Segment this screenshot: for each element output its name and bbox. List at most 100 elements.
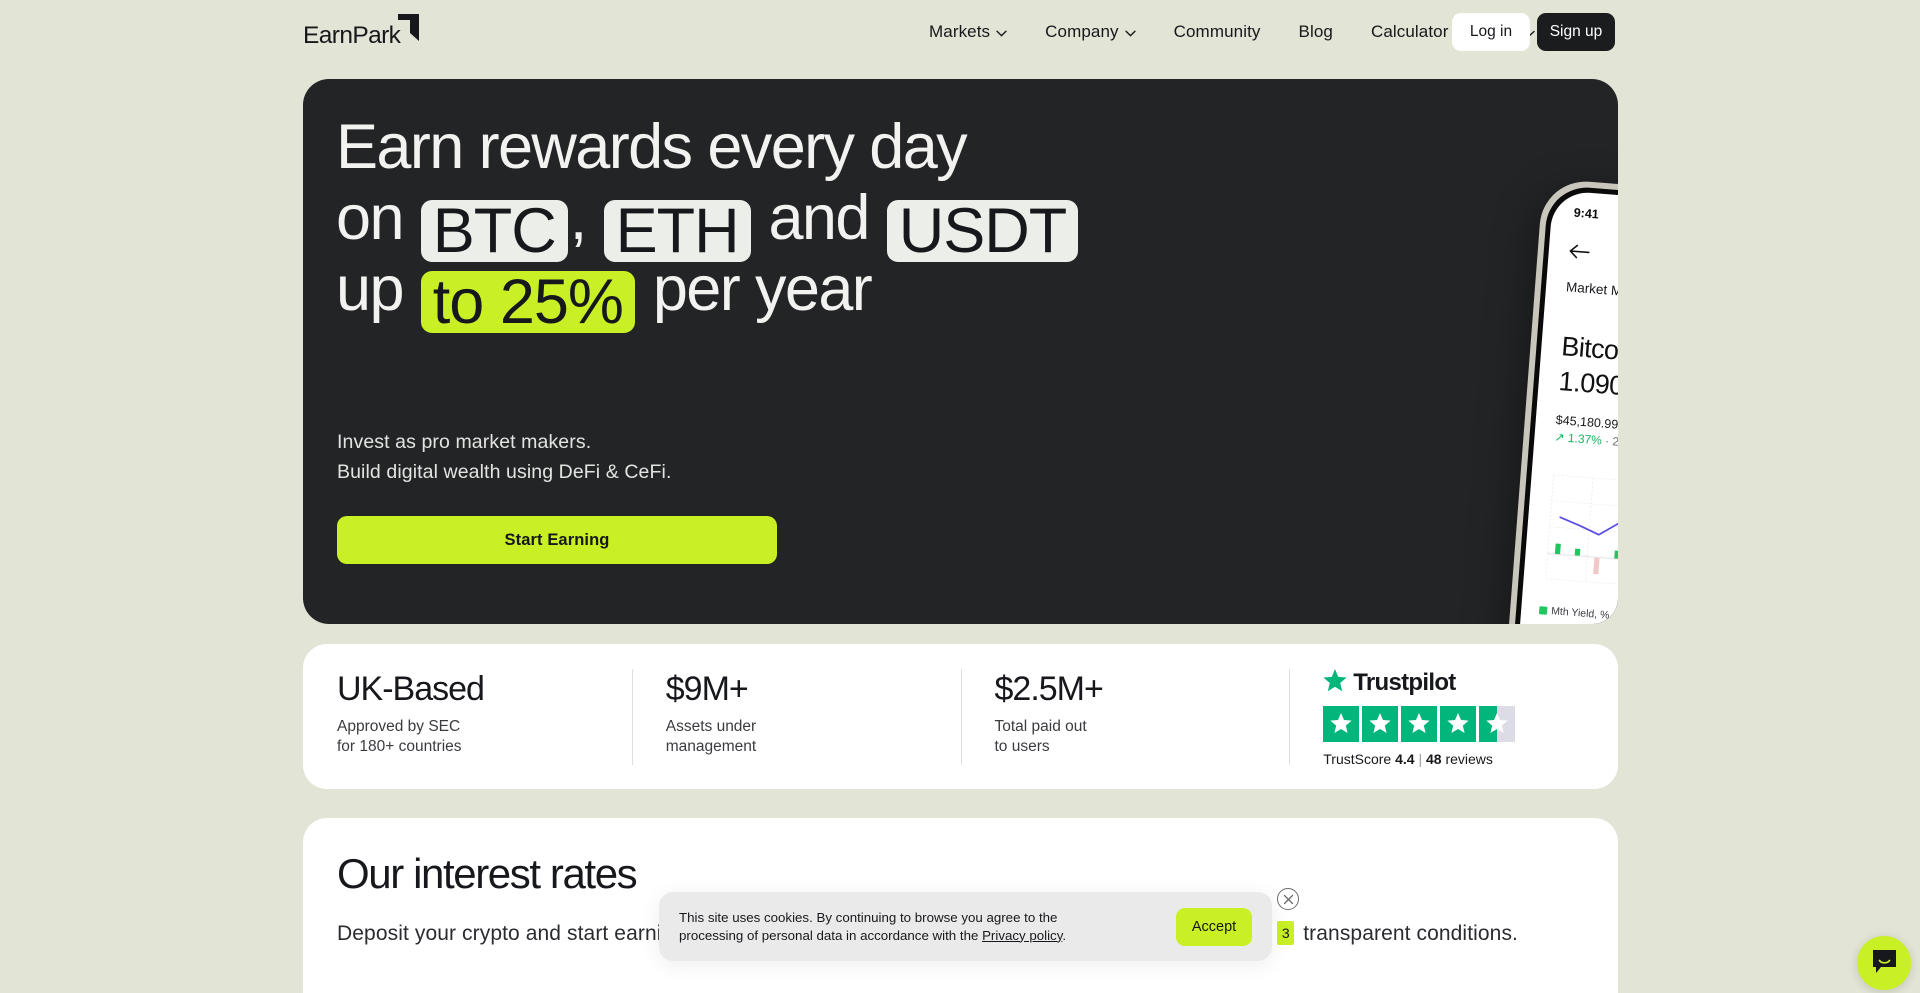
nav-item-calculator[interactable]: Calculator	[1352, 22, 1468, 42]
chat-launcher-button[interactable]	[1857, 936, 1911, 990]
stat-label: Total paid out to users	[995, 717, 1290, 757]
headline-tag-eth: ETH	[603, 200, 751, 263]
trustpilot-header: Trustpilot	[1323, 668, 1618, 697]
headline-tag-rate: to 25%	[420, 271, 635, 334]
hero-subtitle: Invest as pro market makers. Build digit…	[337, 427, 671, 487]
cookie-accept-button[interactable]: Accept	[1176, 907, 1252, 946]
stat-label-line-1: Approved by SEC	[337, 717, 461, 735]
phone-screen: 9:41 Market Making Bitcoin 1.09028 $45,1…	[1512, 190, 1618, 624]
site-header: EarnPark Markets Company Community Blog …	[0, 0, 1920, 64]
headline-line-1: Earn rewards every day	[336, 112, 968, 182]
trustpilot-widget[interactable]: Trustpilot TrustScore 4.4 | 48 reviews	[1289, 668, 1618, 767]
stat-uk-based: UK-Based Approved by SEC for 180+ countr…	[303, 669, 632, 765]
nav-label: Community	[1173, 22, 1261, 41]
stat-total-paid-out: $2.5M+ Total paid out to users	[960, 668, 1290, 765]
phone-price-block: $45,180.99 ↗ 1.37% · 24H	[1554, 412, 1618, 452]
star-icon-filled	[1440, 705, 1477, 742]
logo-text: EarnPark	[303, 22, 401, 49]
stat-assets-under-management: $9M+ Assets under management	[631, 668, 961, 765]
section-title: Our interest rates	[337, 850, 638, 897]
privacy-policy-link[interactable]: Privacy policy	[982, 928, 1062, 943]
cookie-banner: This site uses cookies. By continuing to…	[659, 888, 1299, 961]
hero-headline: Earn rewards every day on BTC, ETH and U…	[336, 112, 1156, 334]
reviews-count: 48	[1425, 750, 1442, 767]
star-icon-filled	[1323, 705, 1360, 742]
legend-item-monthly-yield: Mth Yield, %	[1538, 604, 1610, 622]
hero-card: Earn rewards every day on BTC, ETH and U…	[303, 79, 1618, 624]
phone-tab-market-making[interactable]: Market Making	[1565, 279, 1618, 308]
phone-mockup: 9:41 Market Making Bitcoin 1.09028 $45,1…	[1479, 121, 1618, 624]
stat-label-line-1: Assets under	[665, 717, 757, 735]
phone-asset-title: Bitcoin · ₿	[1560, 331, 1618, 372]
page-root: EarnPark Markets Company Community Blog …	[0, 0, 1920, 993]
headline-text: ,	[569, 183, 602, 253]
star-icon-filled	[1362, 705, 1399, 742]
trustpilot-stars	[1323, 705, 1618, 742]
stat-value: $2.5M+	[994, 669, 1104, 708]
trustpilot-score: TrustScore 4.4 | 48 reviews	[1323, 751, 1618, 767]
nav-item-blog[interactable]: Blog	[1280, 22, 1352, 42]
phone-status-bar: 9:41	[1551, 200, 1618, 243]
stat-value: UK-Based	[337, 669, 485, 708]
trustpilot-name: Trustpilot	[1353, 668, 1456, 696]
close-icon	[1283, 894, 1294, 905]
login-button[interactable]: Log in	[1452, 13, 1530, 51]
start-earning-button[interactable]: Start Earning	[337, 516, 777, 564]
nav-label: Markets	[929, 22, 991, 41]
nav-label: Blog	[1298, 22, 1333, 41]
hero-subtitle-line-2: Build digital wealth using DeFi & CeFi.	[337, 461, 672, 483]
reviews-word: reviews	[1441, 750, 1493, 767]
stat-value: $9M+	[665, 669, 749, 708]
stat-label-line-2: for 180+ countries	[337, 737, 462, 755]
headline-tag-btc: BTC	[420, 200, 568, 263]
signup-button[interactable]: Sign up	[1537, 13, 1615, 51]
phone-bezel: 9:41 Market Making Bitcoin 1.09028 $45,1…	[1506, 184, 1618, 624]
phone-topbar: ⋯	[1548, 242, 1618, 283]
logo-flag-icon	[398, 14, 420, 41]
badge-number-3: 3	[1277, 921, 1295, 945]
stat-label-line-1: Total paid out	[994, 717, 1087, 735]
nav-label: Company	[1045, 22, 1119, 41]
chevron-down-icon	[1124, 30, 1136, 37]
score-prefix: TrustScore	[1323, 750, 1396, 767]
score-value: 4.4	[1395, 750, 1415, 767]
chat-bubble-icon	[1871, 948, 1898, 978]
nav-label: Calculator	[1370, 22, 1449, 41]
stat-label: Approved by SEC for 180+ countries	[337, 717, 632, 757]
score-separator: |	[1418, 750, 1423, 767]
stats-bar: UK-Based Approved by SEC for 180+ countr…	[303, 644, 1618, 789]
phone-change-period: · 24H	[1604, 433, 1618, 450]
headline-text: on	[336, 183, 419, 253]
phone-change: ↗ 1.37% · 24H	[1554, 430, 1618, 450]
phone-change-value: ↗ 1.37%	[1554, 429, 1603, 448]
headline-text: up	[336, 254, 419, 324]
headline-tag-usdt: USDT	[886, 200, 1079, 263]
logo[interactable]: EarnPark	[303, 14, 420, 49]
phone-body: 9:41 Market Making Bitcoin 1.09028 $45,1…	[1500, 178, 1618, 624]
trustpilot-star-icon	[1323, 668, 1347, 697]
nav-item-community[interactable]: Community	[1155, 22, 1280, 42]
phone-asset-amount: 1.09028 btc	[1557, 366, 1618, 406]
subtitle-item-3: transparent conditions.	[1297, 922, 1518, 945]
legend-square-icon	[1538, 606, 1548, 615]
headline-text: per year	[636, 254, 873, 324]
chevron-down-icon	[996, 30, 1007, 37]
status-time: 9:41	[1573, 205, 1600, 222]
phone-yield-chart	[1539, 468, 1618, 603]
cookie-text-end: .	[1062, 927, 1067, 943]
stat-label-line-2: management	[665, 737, 757, 755]
headline-line-2: on BTC, ETH and USDT	[336, 183, 1156, 263]
nav-item-company[interactable]: Company	[1026, 22, 1154, 42]
nav-item-markets[interactable]: Markets	[910, 22, 1026, 42]
star-icon-filled	[1401, 705, 1438, 742]
phone-tabs: Market Making Algo Trend Wallet All	[1545, 278, 1618, 321]
stat-label-line-2: to users	[994, 737, 1050, 755]
phone-stats: $45,180.99 ↗ 1.37% · 24H Total Rewards 0…	[1554, 412, 1618, 459]
hero-subtitle-line-1: Invest as pro market makers.	[337, 431, 592, 453]
phone-chart-legend: Mth Yield, % Cum. Yield, % Price	[1538, 598, 1618, 624]
stat-label: Assets under management	[666, 717, 961, 757]
legend-label: Mth Yield, %	[1550, 605, 1610, 622]
back-arrow-icon[interactable]	[1568, 243, 1590, 265]
asset-name: Bitcoin	[1560, 331, 1618, 367]
cookie-close-button[interactable]	[1277, 888, 1299, 910]
